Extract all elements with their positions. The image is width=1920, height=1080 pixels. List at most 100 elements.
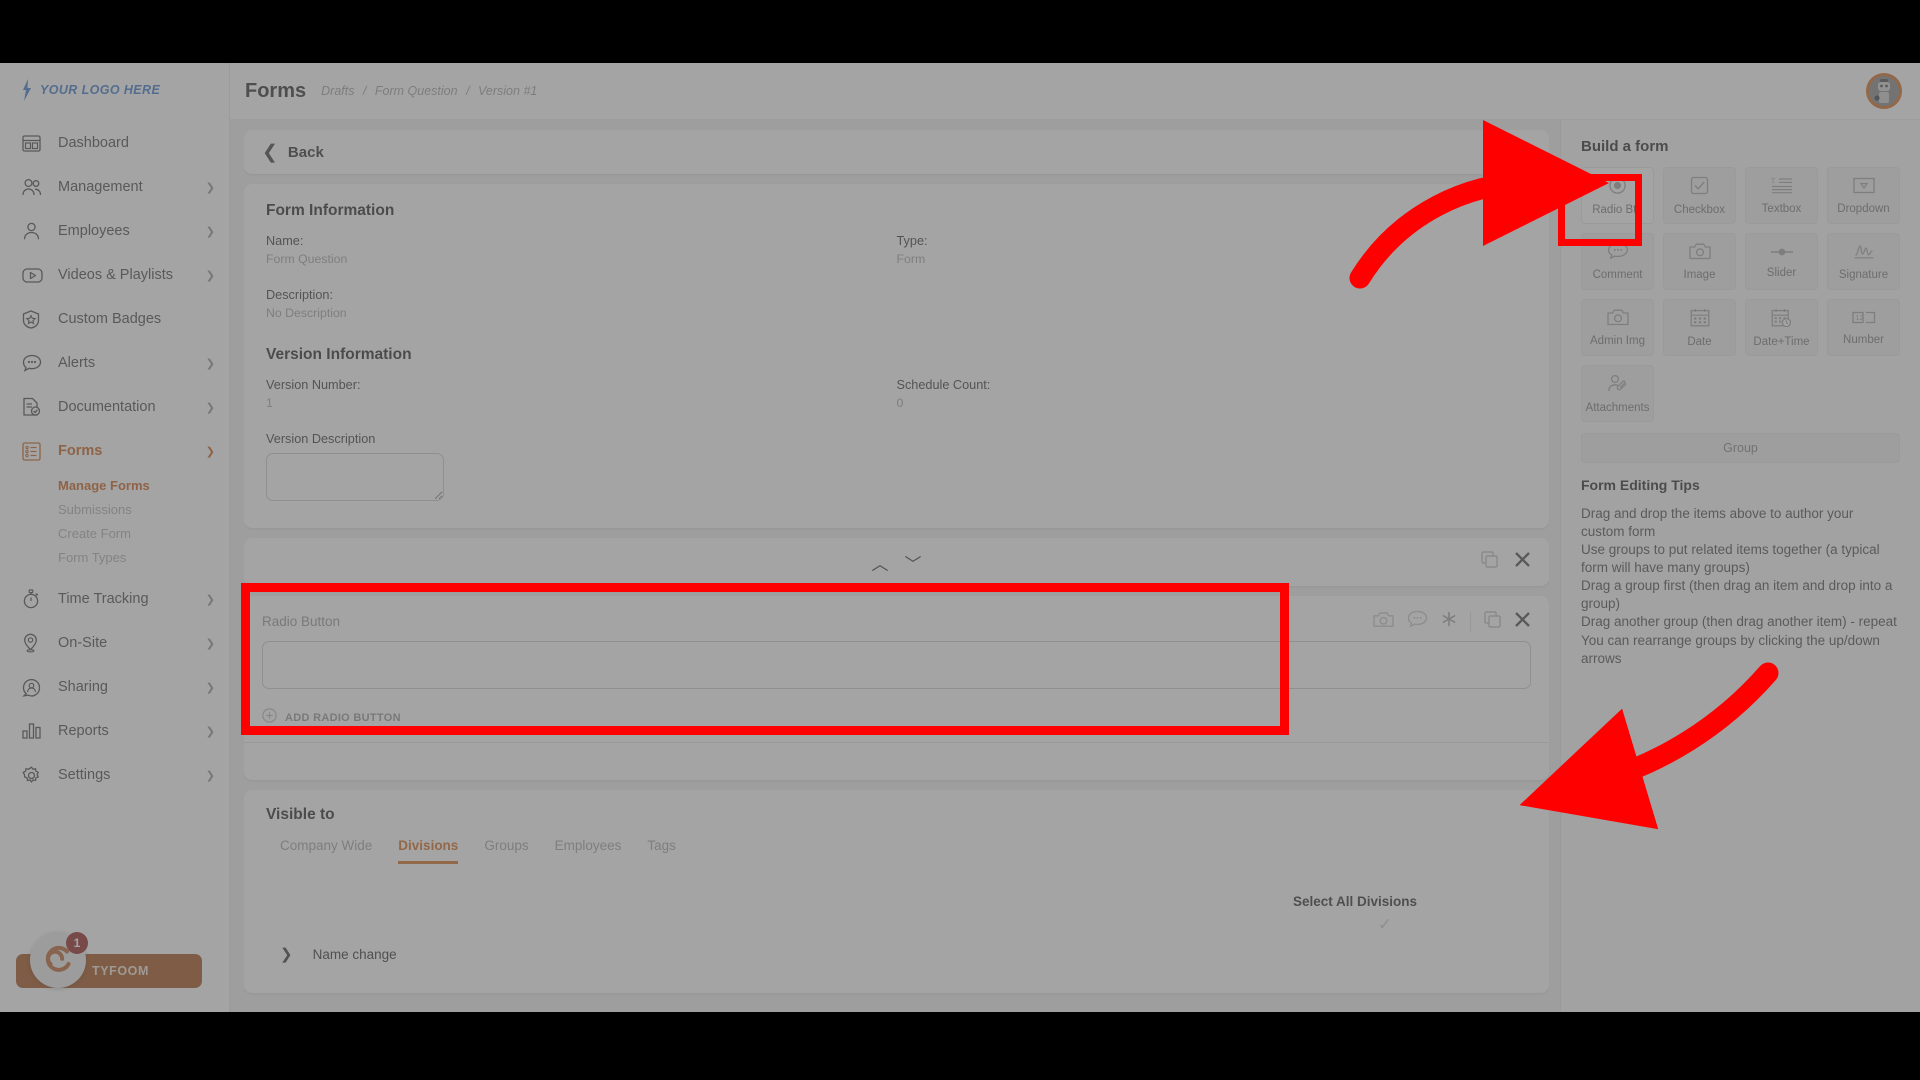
tyfoom-footer[interactable]: TYFOOM 1 xyxy=(16,932,202,990)
division-row[interactable]: ❯ Name change xyxy=(266,935,1527,963)
camera-icon[interactable] xyxy=(1373,611,1394,633)
badge-icon xyxy=(22,308,48,330)
tip-item: You can rearrange groups by clicking the… xyxy=(1581,632,1880,666)
sidebar-subitem-submissions[interactable]: Submissions xyxy=(0,497,229,521)
sidebar-item-custom-badges[interactable]: Custom Badges xyxy=(0,297,229,341)
tile-radio-btn[interactable]: Radio Btn xyxy=(1581,167,1654,224)
tile-label: Slider xyxy=(1766,266,1797,279)
group-button[interactable]: Group xyxy=(1581,433,1900,463)
stopwatch-icon xyxy=(22,588,48,610)
tile-admin-img[interactable]: Admin Img xyxy=(1581,299,1654,356)
tile-checkbox[interactable]: Checkbox xyxy=(1663,167,1736,224)
select-all-divisions-checkmark-icon[interactable]: ✓ xyxy=(266,915,1527,935)
tile-textbox[interactable]: T Textbox xyxy=(1745,167,1818,224)
camera-icon xyxy=(1606,308,1629,331)
sidebar-item-on-site[interactable]: On-Site ❯ xyxy=(0,621,229,665)
logo-mark-icon xyxy=(20,78,34,101)
documentation-icon xyxy=(22,396,48,418)
sidebar-item-label: Documentation xyxy=(58,399,156,415)
tile-slider[interactable]: Slider xyxy=(1745,233,1818,290)
sidebar-item-reports[interactable]: Reports ❯ xyxy=(0,709,229,753)
radio-button-item-body: ADD RADIO BUTTON xyxy=(244,637,1549,742)
tab-tags[interactable]: Tags xyxy=(647,838,676,864)
name-field: Name: Form Question xyxy=(266,234,897,266)
asterisk-required-icon[interactable] xyxy=(1441,611,1457,632)
sidebar-item-management[interactable]: Management ❯ xyxy=(0,165,229,209)
management-icon xyxy=(22,176,48,198)
comment-icon[interactable] xyxy=(1407,610,1428,633)
back-label: Back xyxy=(287,143,324,161)
sidebar-item-dashboard[interactable]: Dashboard xyxy=(0,121,229,165)
group-actions xyxy=(1481,538,1531,586)
application-window: YOUR LOGO HERE Dashboard Management ❯ Em… xyxy=(0,63,1920,1012)
sidebar-subitem-create-form[interactable]: Create Form xyxy=(0,521,229,545)
page-title: Forms xyxy=(245,79,307,102)
reports-bar-icon xyxy=(22,720,48,742)
version-information-title: Version Information xyxy=(266,346,412,363)
tip-item: Drag and drop the items above to author … xyxy=(1581,506,1854,540)
tile-comment[interactable]: Comment xyxy=(1581,233,1654,290)
chevron-right-icon[interactable]: ❯ xyxy=(280,945,293,963)
tile-label: Textbox xyxy=(1761,203,1802,215)
breadcrumb-item-version[interactable]: Version #1 xyxy=(478,84,537,98)
sidebar-item-settings[interactable]: Settings ❯ xyxy=(0,753,229,797)
sidebar-item-forms[interactable]: Forms ❯ xyxy=(0,429,229,473)
tile-date[interactable]: Date xyxy=(1663,299,1736,356)
chevron-down-icon: ❯ xyxy=(205,445,215,458)
chevron-down-icon[interactable]: ﹀ xyxy=(905,550,922,575)
tile-dropdown[interactable]: Dropdown xyxy=(1827,167,1900,224)
close-icon[interactable] xyxy=(1514,611,1531,633)
tip-item: Use groups to put related items together… xyxy=(1581,542,1880,576)
tab-divisions[interactable]: Divisions xyxy=(398,838,459,864)
sidebar-item-time-tracking[interactable]: Time Tracking ❯ xyxy=(0,577,229,621)
tile-signature[interactable]: Signature xyxy=(1827,233,1900,290)
tyfoom-badge[interactable]: 1 xyxy=(30,932,88,988)
visible-to-tabs: Company Wide Divisions Groups Employees … xyxy=(266,838,1527,864)
sidebar-subitem-form-types[interactable]: Form Types xyxy=(0,545,229,569)
sidebar-item-alerts[interactable]: Alerts ❯ xyxy=(0,341,229,385)
sidebar-item-label: Sharing xyxy=(58,679,108,695)
sidebar-item-sharing[interactable]: Sharing ❯ xyxy=(0,665,229,709)
video-icon xyxy=(22,264,48,286)
breadcrumb-item-drafts[interactable]: Drafts xyxy=(321,84,354,98)
add-radio-button[interactable]: ADD RADIO BUTTON xyxy=(262,694,1531,742)
version-number-field: Version Number: 1 xyxy=(266,378,897,410)
tile-label: Admin Img xyxy=(1590,335,1645,347)
avatar[interactable] xyxy=(1866,73,1902,109)
sidebar-item-label: Reports xyxy=(58,723,109,739)
chevron-right-icon: ❯ xyxy=(205,593,215,606)
breadcrumb-item-form-question[interactable]: Form Question xyxy=(375,84,458,98)
tile-number[interactable]: 12 Number xyxy=(1827,299,1900,356)
chevron-right-icon: ❯ xyxy=(205,725,215,738)
radio-button-icon xyxy=(1608,176,1627,200)
form-editing-tips-list: Drag and drop the items above to author … xyxy=(1581,505,1900,668)
version-description-input[interactable] xyxy=(266,453,444,501)
gear-icon xyxy=(22,764,48,786)
sidebar-subitem-manage-forms[interactable]: Manage Forms xyxy=(0,473,229,497)
logo[interactable]: YOUR LOGO HERE xyxy=(0,63,229,103)
sidebar-item-employees[interactable]: Employees ❯ xyxy=(0,209,229,253)
copy-icon[interactable] xyxy=(1481,551,1498,573)
chevron-right-icon: ❯ xyxy=(205,225,215,238)
tab-employees[interactable]: Employees xyxy=(555,838,622,864)
name-label: Name: xyxy=(266,234,304,248)
type-field: Type: Form xyxy=(897,234,1528,266)
sidebar-item-label: On-Site xyxy=(58,635,108,651)
tab-groups[interactable]: Groups xyxy=(484,838,528,864)
back-button[interactable]: ❮ Back xyxy=(244,130,1549,174)
sidebar-item-videos-playlists[interactable]: Videos & Playlists ❯ xyxy=(0,253,229,297)
tab-company-wide[interactable]: Company Wide xyxy=(280,838,372,864)
tile-date-time[interactable]: Date+Time xyxy=(1745,299,1818,356)
copy-icon[interactable] xyxy=(1484,610,1501,633)
chevron-up-icon[interactable]: ︿ xyxy=(872,550,889,575)
radio-button-label-input[interactable] xyxy=(262,641,1531,689)
close-icon[interactable] xyxy=(1514,551,1531,573)
tile-image[interactable]: Image xyxy=(1663,233,1736,290)
tile-attachments[interactable]: Attachments xyxy=(1581,365,1654,422)
dashboard-icon xyxy=(22,132,48,154)
textbox-icon: T xyxy=(1771,176,1793,199)
visible-to-title: Visible to xyxy=(266,806,335,823)
description-label: Description: xyxy=(266,288,333,302)
build-a-form-title: Build a form xyxy=(1581,138,1669,155)
sidebar-item-documentation[interactable]: Documentation ❯ xyxy=(0,385,229,429)
